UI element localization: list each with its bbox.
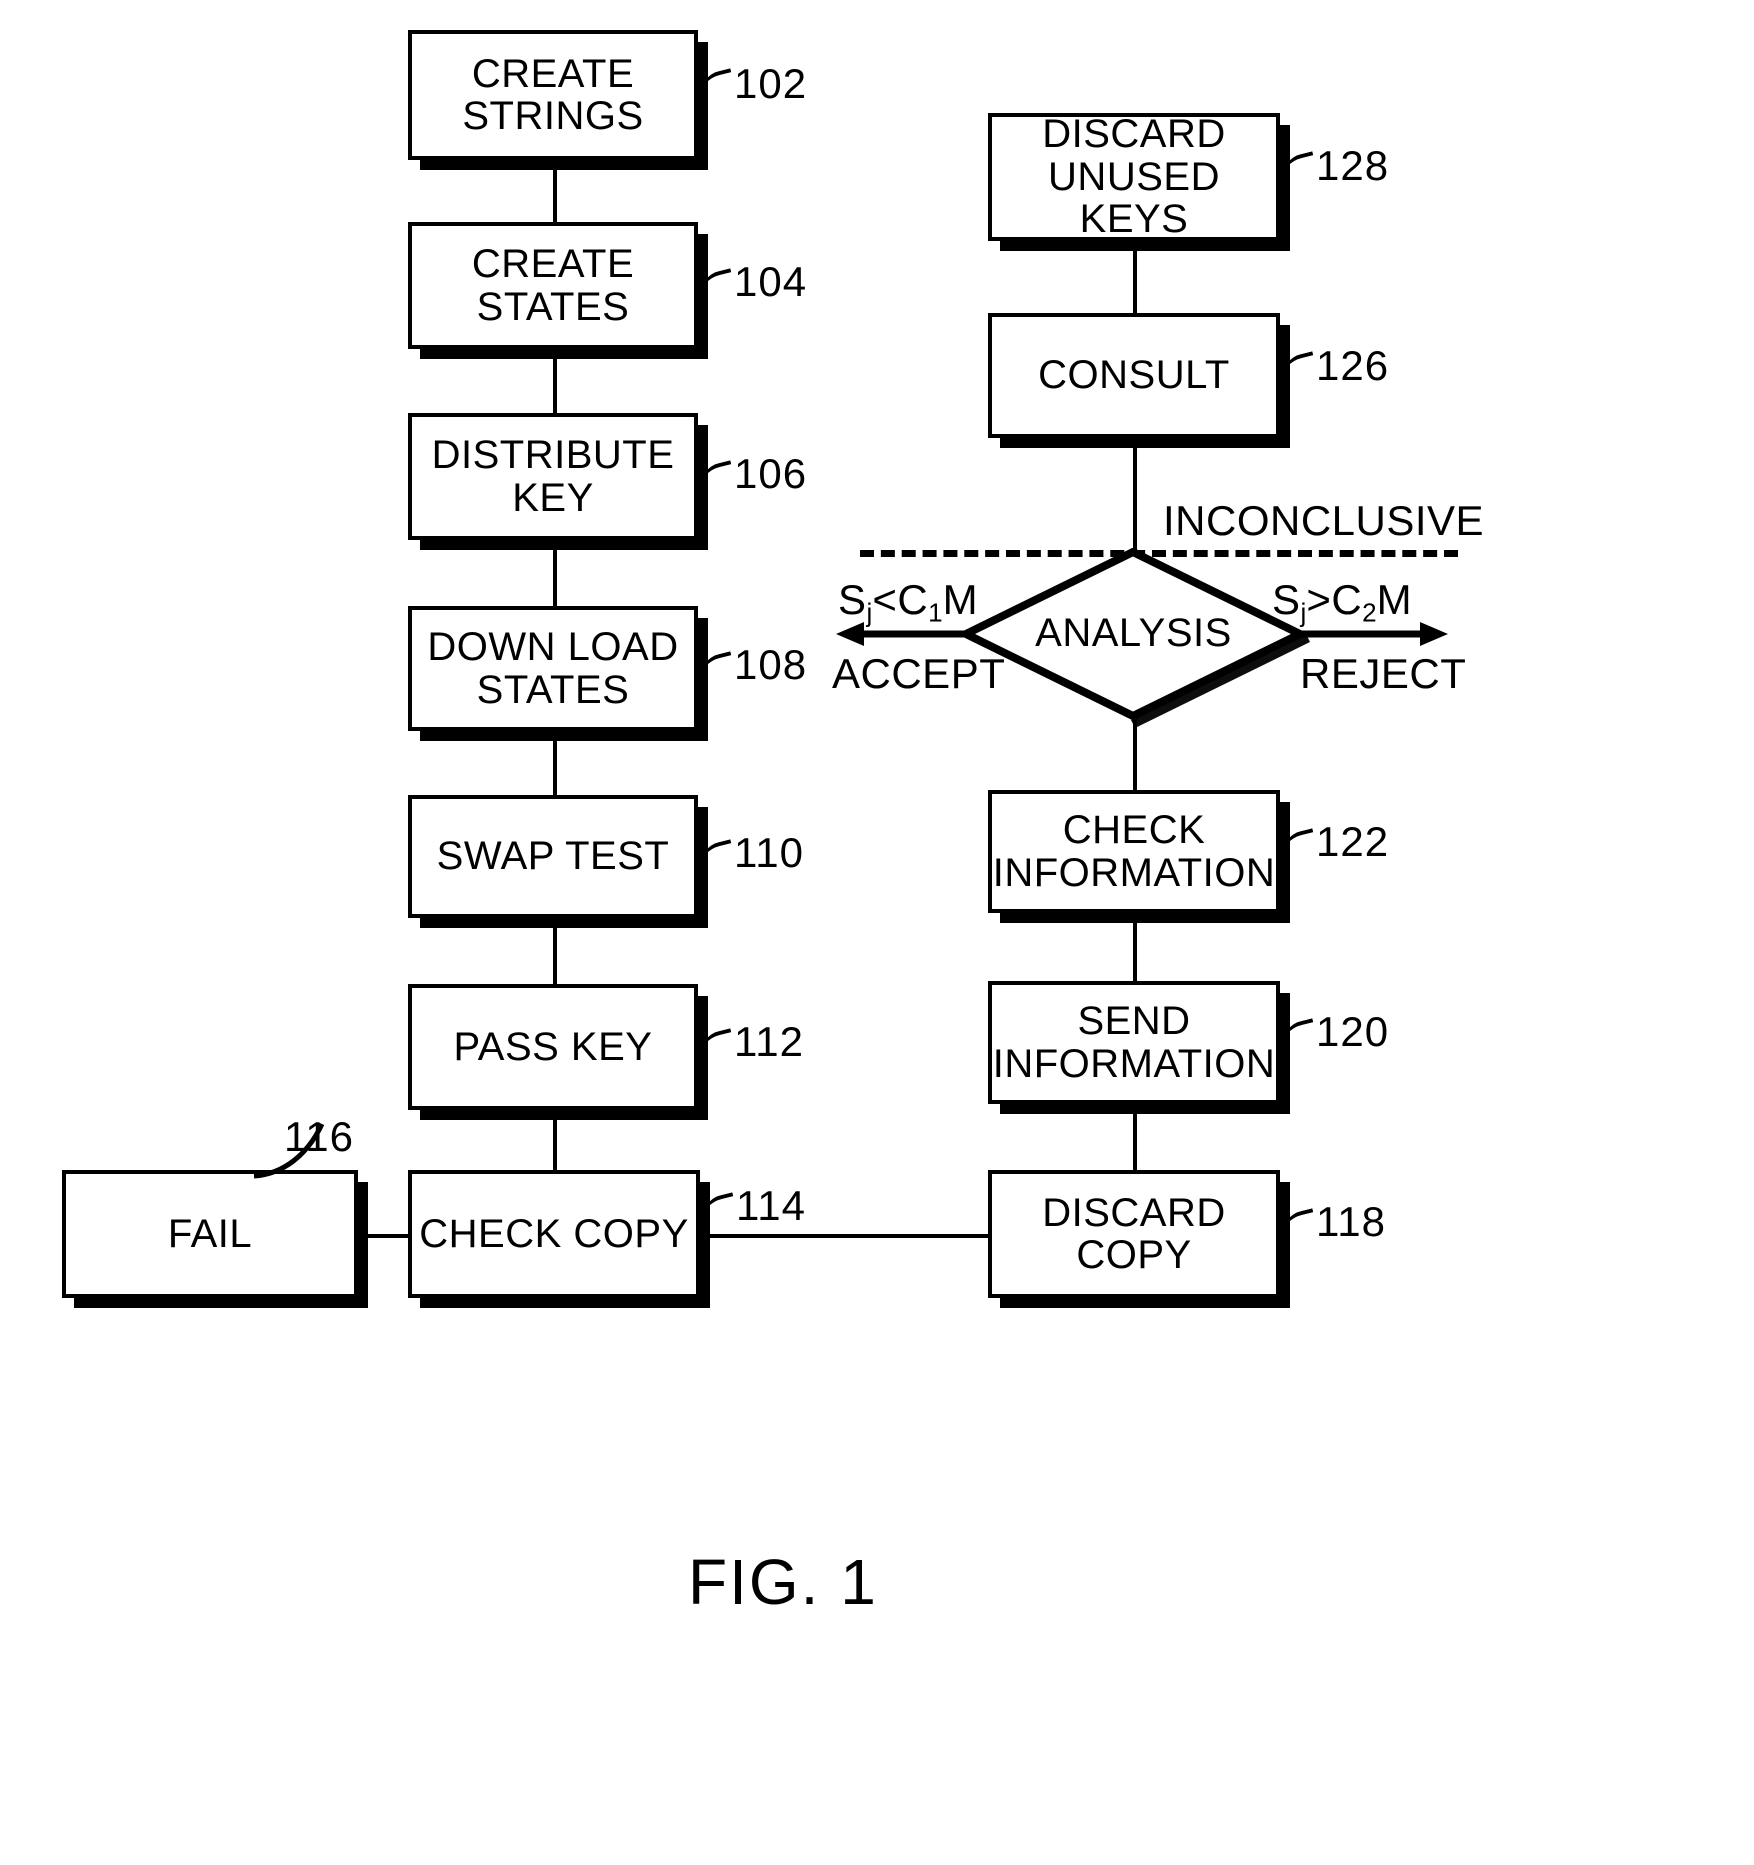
connector-110-112 xyxy=(553,918,557,984)
connector-116-114 xyxy=(358,1234,414,1238)
connector-126-analysis xyxy=(1133,438,1137,550)
node-discard-unused-keys-label: DISCARD UNUSED KEYS xyxy=(1042,112,1226,242)
node-check-copy-label: CHECK COPY xyxy=(419,1211,689,1256)
ref-numeral-106: 106 xyxy=(734,450,808,497)
node-down-load-states[interactable]: DOWN LOAD STATES xyxy=(408,606,698,731)
leader-line-120 xyxy=(1279,1018,1319,1052)
right-condition-suffix: M xyxy=(1376,576,1413,623)
connector-122-120 xyxy=(1133,913,1137,981)
node-fail[interactable]: FAIL xyxy=(62,1170,358,1298)
leader-line-114 xyxy=(699,1192,739,1226)
node-check-copy[interactable]: CHECK COPY xyxy=(408,1170,700,1298)
node-discard-unused-keys[interactable]: DISCARD UNUSED KEYS xyxy=(988,113,1280,241)
leader-line-104 xyxy=(697,268,737,302)
leader-line-108 xyxy=(697,651,737,685)
reject-outcome-label: REJECT xyxy=(1300,650,1467,697)
node-create-states[interactable]: CREATE STATES xyxy=(408,222,698,349)
node-distribute-key[interactable]: DISTRIBUTE KEY xyxy=(408,413,698,540)
node-send-information-label: SEND INFORMATION xyxy=(992,999,1276,1086)
leader-line-118 xyxy=(1279,1208,1319,1242)
connector-102-104 xyxy=(553,160,557,222)
node-swap-test[interactable]: SWAP TEST xyxy=(408,795,698,918)
node-pass-key[interactable]: PASS KEY xyxy=(408,984,698,1110)
connector-106-108 xyxy=(553,540,557,606)
node-pass-key-label: PASS KEY xyxy=(453,1024,653,1069)
ref-numeral-120: 120 xyxy=(1316,1008,1390,1055)
left-branch-condition: Sj<C1M xyxy=(838,576,978,628)
figure-caption: FIG. 1 xyxy=(688,1546,878,1618)
ref-numeral-110: 110 xyxy=(734,829,804,876)
analysis-diamond-label: ANALYSIS xyxy=(1035,611,1232,655)
left-condition-operator: <C xyxy=(872,576,929,623)
connector-112-114 xyxy=(553,1110,557,1170)
right-condition-operator: >C xyxy=(1306,576,1363,623)
inconclusive-boundary-dashed-line xyxy=(860,550,1458,557)
connector-104-106 xyxy=(553,349,557,413)
ref-numeral-112: 112 xyxy=(734,1018,804,1065)
node-create-strings-label: CREATE STRINGS xyxy=(462,51,644,138)
node-check-information[interactable]: CHECK INFORMATION xyxy=(988,790,1280,913)
inconclusive-label: INCONCLUSIVE xyxy=(1163,497,1485,544)
node-fail-label: FAIL xyxy=(167,1211,253,1256)
figure-canvas: CREATE STRINGS CREATE STATES DISTRIBUTE … xyxy=(0,0,1754,1865)
node-discard-copy[interactable]: DISCARD COPY xyxy=(988,1170,1280,1298)
ref-numeral-104: 104 xyxy=(734,258,808,305)
leader-line-110 xyxy=(697,839,737,873)
ref-numeral-122: 122 xyxy=(1316,818,1390,865)
connector-108-110 xyxy=(553,731,557,795)
right-branch-condition: Sj>C2M xyxy=(1272,576,1412,628)
leader-line-128 xyxy=(1279,151,1319,185)
connector-114-118 xyxy=(700,1234,990,1238)
node-send-information[interactable]: SEND INFORMATION xyxy=(988,981,1280,1104)
node-swap-test-label: SWAP TEST xyxy=(436,834,670,879)
leader-line-106 xyxy=(697,460,737,494)
node-discard-copy-label: DISCARD COPY xyxy=(1042,1190,1226,1277)
right-condition-prefix: S xyxy=(1272,576,1301,623)
leader-line-102 xyxy=(697,68,737,102)
node-distribute-key-label: DISTRIBUTE KEY xyxy=(431,433,675,520)
connector-120-118 xyxy=(1133,1104,1137,1170)
ref-numeral-128: 128 xyxy=(1316,142,1390,189)
leader-line-112 xyxy=(697,1028,737,1062)
ref-numeral-114: 114 xyxy=(736,1182,806,1229)
left-condition-suffix: M xyxy=(942,576,979,623)
node-create-states-label: CREATE STATES xyxy=(471,242,635,329)
ref-numeral-116: 116 xyxy=(284,1113,354,1160)
node-consult[interactable]: CONSULT xyxy=(988,313,1280,438)
reject-arrowhead xyxy=(1420,622,1448,646)
node-create-strings[interactable]: CREATE STRINGS xyxy=(408,30,698,160)
right-condition-sub-2: 2 xyxy=(1362,597,1377,628)
node-check-information-label: CHECK INFORMATION xyxy=(992,808,1276,895)
leader-line-122 xyxy=(1279,828,1319,862)
ref-numeral-126: 126 xyxy=(1316,342,1390,389)
accept-outcome-label: ACCEPT xyxy=(832,650,1006,697)
node-consult-label: CONSULT xyxy=(1038,353,1230,398)
left-condition-sub-1: 1 xyxy=(928,597,943,628)
connector-analysis-122 xyxy=(1133,718,1137,790)
leader-line-126 xyxy=(1279,351,1319,385)
ref-numeral-102: 102 xyxy=(734,60,808,107)
ref-numeral-118: 118 xyxy=(1316,1198,1386,1245)
connector-128-126 xyxy=(1133,241,1137,313)
left-condition-prefix: S xyxy=(838,576,867,623)
ref-numeral-108: 108 xyxy=(734,641,808,688)
node-down-load-states-label: DOWN LOAD STATES xyxy=(427,625,679,712)
